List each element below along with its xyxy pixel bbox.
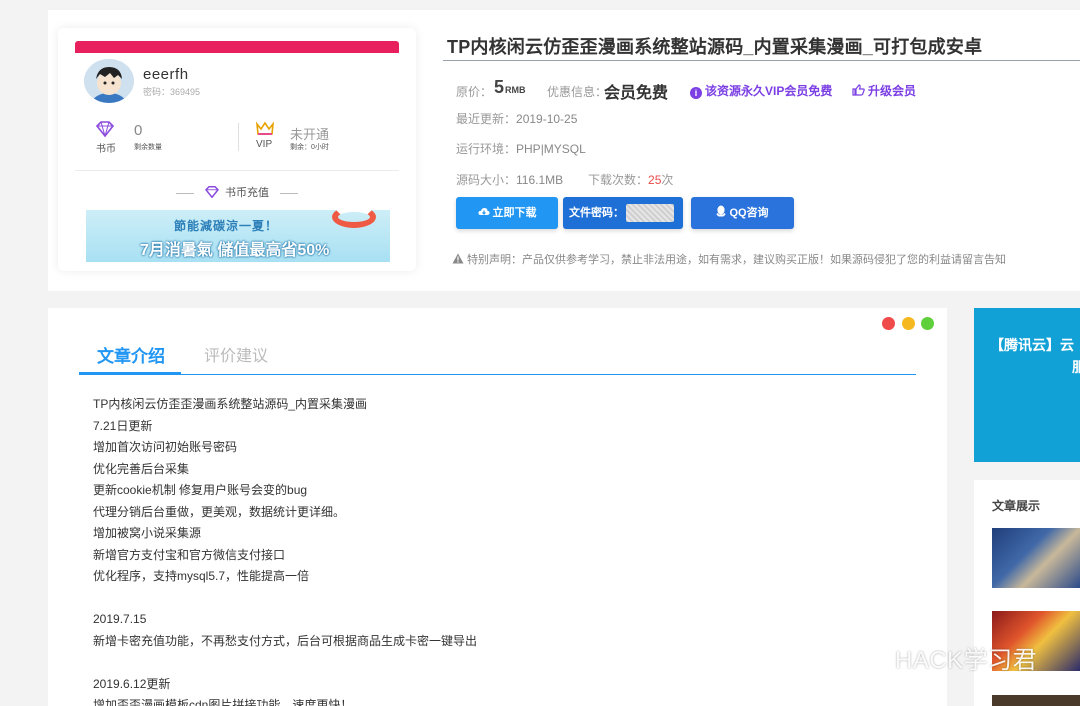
qq-consult-button[interactable]: QQ咨询 <box>691 197 794 229</box>
env-row: 运行环境：PHP|MYSQL <box>456 140 586 157</box>
gem-icon <box>204 186 219 199</box>
active-tab-indicator <box>79 372 181 375</box>
discount-label: 优惠信息： <box>547 85 608 99</box>
file-password-button[interactable]: 文件密码： <box>563 197 683 229</box>
watermark: HACK学习君 <box>895 647 1038 674</box>
article-line: 更新cookie机制 修复用户账号会变的bug <box>93 483 308 497</box>
downloads-value: 25 <box>648 173 662 187</box>
vip-free-text: 该资源永久VIP会员免费 <box>705 84 833 98</box>
tab-reviews[interactable]: 评价建议 <box>204 342 268 366</box>
qq-penguin-icon <box>717 205 726 217</box>
upgrade-text: 升级会员 <box>868 84 917 98</box>
discount-value: 会员免费 <box>604 85 669 102</box>
gem-icon <box>96 121 114 137</box>
article-line: 代理分销后台重做，更美观，数据统计更详细。 <box>93 504 346 519</box>
banner-line2: 7月消暑氣 儲值最高省50% <box>140 242 330 259</box>
article-line: 2019.6.12更新 <box>93 676 171 691</box>
user-password: 密码：369495 <box>143 87 201 97</box>
password-mask <box>626 204 674 223</box>
file-password-label: 文件密码： <box>569 207 624 219</box>
ad-text: 【腾讯云】云 <box>990 337 1074 353</box>
dash-left <box>175 192 194 194</box>
vip-free-link[interactable]: i 该资源永久VIP会员免费 <box>690 82 832 99</box>
article-line: 2019.7.15 <box>93 612 147 626</box>
download-button[interactable]: 立即下载 <box>456 197 558 229</box>
red-dot <box>882 317 896 330</box>
title-divider <box>443 60 1080 61</box>
product-title: TP内核闲云仿歪歪漫画系统整站源码_内置采集漫画_可打包成安卓 <box>447 37 983 57</box>
cloud-download-icon <box>477 208 490 215</box>
size-value: 116.1MB <box>516 173 564 187</box>
window-dots <box>880 317 934 335</box>
recharge-label: 书币充值 <box>225 187 270 199</box>
price-label: 原价： <box>456 85 493 99</box>
disclaimer-text: 特别声明：产品仅供参考学习，禁止非法用途，如有需求，建议购买正版！如果源码侵犯了… <box>467 254 1006 266</box>
vip-status: 未开通 <box>290 127 330 142</box>
tencent-cloud-ad[interactable]: 【腾讯云】云 服 <box>974 308 1080 462</box>
showcase-thumbnail[interactable] <box>992 528 1080 588</box>
upgrade-link[interactable]: 升级会员 <box>852 82 916 99</box>
ad-text-2: 服 <box>1072 359 1080 375</box>
article-line: 优化程序，支持mysql5.7，性能提高一倍 <box>93 569 310 583</box>
env-label: 运行环境： <box>456 142 517 156</box>
downloads-label: 下载次数： <box>588 173 649 187</box>
showcase-header: 文章展示 <box>992 499 1041 513</box>
article-panel: 文章介绍 评价建议 TP内核闲云仿歪歪漫画系统整站源码_内置采集漫画 7.21日更… <box>48 308 947 706</box>
article-line <box>93 652 477 674</box>
warning-icon <box>452 253 464 264</box>
avatar[interactable] <box>84 59 134 103</box>
article-line: 增加被窝小说采集源 <box>93 526 202 540</box>
downloads-unit: 次 <box>661 173 674 187</box>
article-body: TP内核闲云仿歪歪漫画系统整站源码_内置采集漫画 7.21日更新增加首次访问初始账… <box>93 394 477 706</box>
coins-sub: 剩余数量 <box>134 144 162 151</box>
article-line: 新增卡密充值功能，不再愁支付方式，后台可根据商品生成卡密一键导出 <box>93 633 478 648</box>
article-line: 增加首次访问初始账号密码 <box>93 440 238 454</box>
promo-banner[interactable]: 節能減碳涼一夏！ 7月消暑氣 儲值最高省50% <box>86 210 390 262</box>
tab-divider <box>79 374 916 375</box>
yellow-dot <box>901 317 915 330</box>
user-card-header-bar <box>75 41 399 53</box>
coins-value: 0 <box>134 122 143 139</box>
qq-label: QQ咨询 <box>729 207 769 219</box>
recharge-link[interactable]: 书币充值 <box>58 184 416 200</box>
disclaimer: 特别声明：产品仅供参考学习，禁止非法用途，如有需求，建议购买正版！如果源码侵犯了… <box>452 251 1006 267</box>
crown-icon <box>255 121 275 135</box>
wechat-icon <box>846 647 881 671</box>
showcase-thumbnail[interactable] <box>992 695 1080 706</box>
tab-article-intro[interactable]: 文章介绍 <box>97 342 165 367</box>
download-label: 立即下载 <box>492 207 537 219</box>
updated-value: 2019-10-25 <box>516 112 578 126</box>
env-value: PHP|MYSQL <box>516 142 586 156</box>
dash-right <box>280 192 299 194</box>
banner-line1: 節能減碳涼一夏！ <box>174 219 279 233</box>
vip-label: VIP <box>256 139 273 150</box>
article-line: TP内核闲云仿歪歪漫画系统整站源码_内置采集漫画 <box>93 397 368 411</box>
updated-row: 最近更新：2019-10-25 <box>456 110 577 127</box>
article-line: 增加歪歪漫画模板cdn图片拼接功能，速度更快！ <box>93 698 353 706</box>
price-unit: RMB <box>505 85 526 95</box>
stat-divider <box>238 123 239 151</box>
article-line: 优化完善后台采集 <box>93 461 190 476</box>
article-line: 新增官方支付宝和官方微信支付接口 <box>93 547 286 562</box>
size-row: 源码大小：116.1MB <box>456 171 563 188</box>
downloads-row: 下载次数：25次 <box>588 171 673 188</box>
price-value: 5 <box>494 77 505 97</box>
thumbs-up-icon <box>852 84 865 96</box>
vip-sub: 剩余：0小时 <box>290 144 329 151</box>
info-icon: i <box>690 87 702 99</box>
article-line <box>93 588 477 610</box>
life-ring-icon <box>332 210 376 228</box>
green-dot <box>921 317 934 330</box>
coins-label: 书币 <box>96 144 116 155</box>
updated-label: 最近更新： <box>456 112 517 126</box>
username: eeerfh <box>143 66 189 83</box>
article-line: 7.21日更新 <box>93 418 153 433</box>
card-divider <box>75 170 399 171</box>
size-label: 源码大小： <box>456 173 517 187</box>
user-card: eeerfh 密码：369495 书币 0 剩余数量 VIP 未开通 剩余：0小… <box>58 28 416 271</box>
